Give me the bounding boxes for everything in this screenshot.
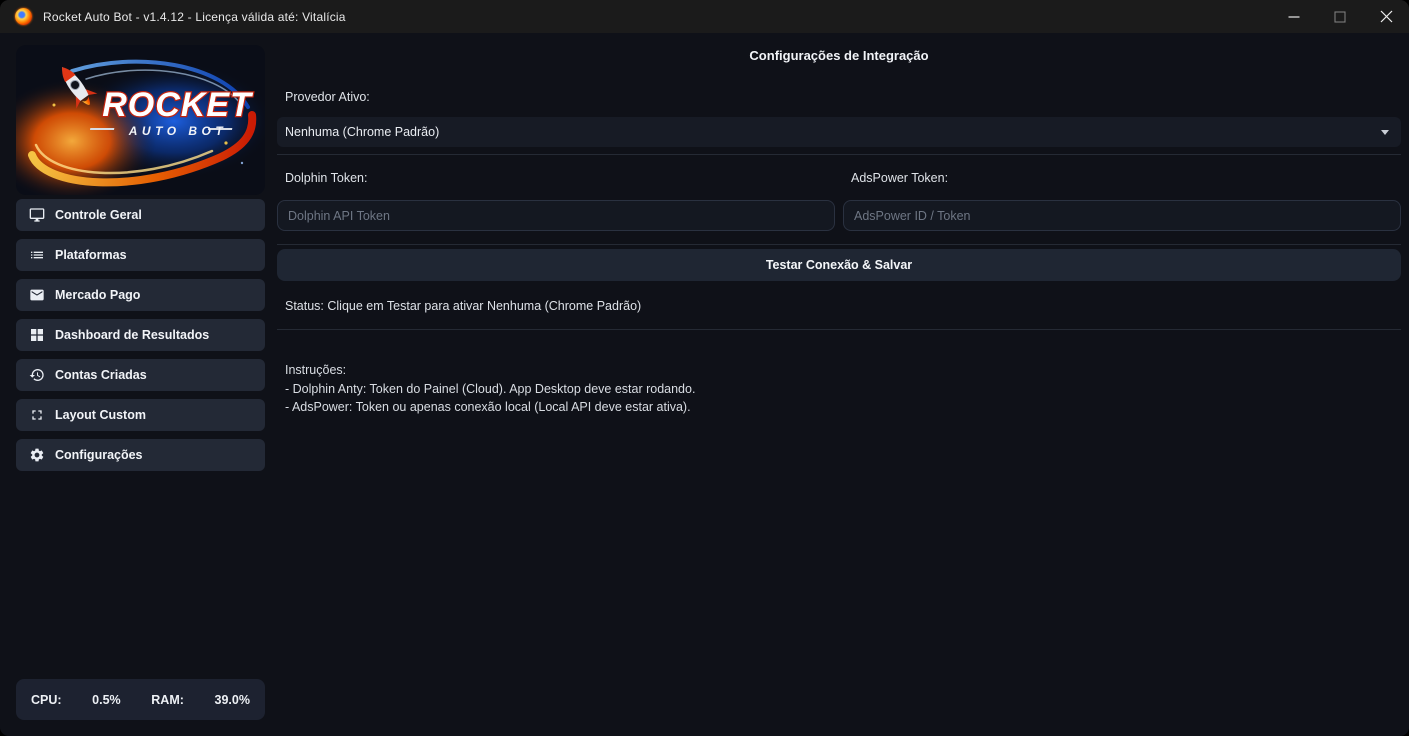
instructions-line: - Dolphin Anty: Token do Painel (Cloud).…: [285, 380, 1401, 399]
grid-icon: [29, 327, 45, 343]
adspower-token-label: AdsPower Token:: [851, 171, 1401, 185]
system-stats-bar: CPU: 0.5% RAM: 39.0%: [16, 679, 265, 720]
sidebar-item-label: Controle Geral: [55, 208, 142, 222]
minimize-button[interactable]: [1271, 0, 1317, 33]
sidebar-item-label: Mercado Pago: [55, 288, 140, 302]
sidebar-item-label: Contas Criadas: [55, 368, 147, 382]
divider: [277, 154, 1401, 155]
provider-label: Provedor Ativo:: [285, 90, 1401, 104]
instructions-block: Instruções: - Dolphin Anty: Token do Pai…: [285, 361, 1401, 417]
envelope-icon: [29, 287, 45, 303]
test-connection-save-button[interactable]: Testar Conexão & Salvar: [277, 249, 1401, 281]
close-button[interactable]: [1363, 0, 1409, 33]
ram-value: 39.0%: [215, 693, 250, 707]
cpu-label: CPU:: [31, 693, 62, 707]
gear-icon: [29, 447, 45, 463]
dolphin-token-input[interactable]: [277, 200, 835, 231]
logo-title: ROCKET: [102, 86, 254, 124]
maximize-icon: [1334, 11, 1346, 23]
provider-select[interactable]: Nenhuma (Chrome Padrão): [277, 117, 1401, 147]
window-title: Rocket Auto Bot - v1.4.12 - Licença váli…: [43, 10, 346, 24]
history-icon: [29, 367, 45, 383]
close-icon: [1380, 10, 1393, 23]
adspower-token-input[interactable]: [843, 200, 1401, 231]
sidebar-item-label: Dashboard de Resultados: [55, 328, 209, 342]
divider: [277, 244, 1401, 245]
divider: [277, 329, 1401, 330]
dolphin-token-label: Dolphin Token:: [285, 171, 835, 185]
sidebar-item-label: Plataformas: [55, 248, 127, 262]
rocket-auto-bot-logo: ROCKET AUTO BOT: [16, 45, 265, 195]
sidebar: ROCKET AUTO BOT Controle Geral Plataform…: [0, 33, 277, 736]
monitor-icon: [29, 207, 45, 223]
sidebar-item-layout-custom[interactable]: Layout Custom: [16, 399, 265, 431]
cpu-value: 0.5%: [92, 693, 121, 707]
sidebar-item-dashboard[interactable]: Dashboard de Resultados: [16, 319, 265, 351]
app-logo-icon: [15, 8, 32, 25]
logo-subtitle: AUTO BOT: [128, 124, 227, 138]
instructions-title: Instruções:: [285, 361, 1401, 380]
sidebar-item-mercado-pago[interactable]: Mercado Pago: [16, 279, 265, 311]
sidebar-item-label: Layout Custom: [55, 408, 146, 422]
titlebar: Rocket Auto Bot - v1.4.12 - Licença váli…: [0, 0, 1409, 33]
sidebar-item-controle-geral[interactable]: Controle Geral: [16, 199, 265, 231]
sidebar-item-contas-criadas[interactable]: Contas Criadas: [16, 359, 265, 391]
ram-label: RAM:: [151, 693, 184, 707]
maximize-button[interactable]: [1317, 0, 1363, 33]
sidebar-item-label: Configurações: [55, 448, 143, 462]
integration-settings-panel: Configurações de Integração Provedor Ati…: [277, 33, 1409, 736]
app-window: Rocket Auto Bot - v1.4.12 - Licença váli…: [0, 0, 1409, 736]
provider-selected-value: Nenhuma (Chrome Padrão): [285, 125, 1381, 139]
sidebar-item-configuracoes[interactable]: Configurações: [16, 439, 265, 471]
page-title: Configurações de Integração: [277, 48, 1401, 64]
sidebar-item-plataformas[interactable]: Plataformas: [16, 239, 265, 271]
list-icon: [29, 247, 45, 263]
instructions-line: - AdsPower: Token ou apenas conexão loca…: [285, 398, 1401, 417]
expand-icon: [29, 407, 45, 423]
chevron-down-icon: [1381, 130, 1389, 135]
status-text: Status: Clique em Testar para ativar Nen…: [285, 299, 1401, 313]
minimize-icon: [1288, 11, 1300, 23]
